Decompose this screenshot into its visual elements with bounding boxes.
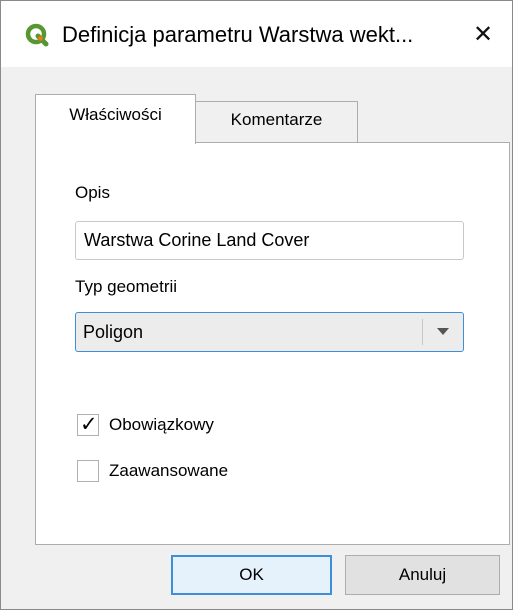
close-button[interactable]: ✕ — [454, 1, 512, 67]
advanced-checkbox[interactable] — [77, 460, 99, 482]
mandatory-checkbox[interactable]: ✓ — [77, 413, 99, 436]
cancel-button-label: Anuluj — [398, 565, 447, 584]
checkmark-icon: ✓ — [80, 413, 98, 436]
tab-comments-label: Komentarze — [230, 110, 323, 129]
geometry-type-label: Typ geometrii — [75, 277, 178, 296]
ok-button[interactable]: OK — [171, 555, 332, 595]
mandatory-label[interactable]: Obowiązkowy — [109, 415, 214, 435]
tab-properties-label: Właściwości — [69, 105, 162, 124]
description-input[interactable]: Warstwa Corine Land Cover — [75, 221, 464, 260]
ok-button-label: OK — [239, 565, 264, 584]
combo-separator — [422, 319, 423, 345]
geometry-type-value: Poligon — [83, 322, 144, 342]
geometry-type-select[interactable]: Poligon — [75, 312, 464, 352]
qgis-logo-icon — [25, 23, 49, 47]
cancel-button[interactable]: Anuluj — [345, 555, 500, 595]
dialog-window: Definicja parametru Warstwa wekt... ✕ Wł… — [0, 0, 513, 610]
title-bar: Definicja parametru Warstwa wekt... ✕ — [1, 1, 512, 67]
description-label: Opis — [75, 183, 110, 202]
window-title: Definicja parametru Warstwa wekt... — [62, 22, 414, 47]
chevron-down-icon[interactable] — [437, 328, 449, 335]
description-value: Warstwa Corine Land Cover — [84, 230, 310, 250]
tab-properties[interactable]: Właściwości — [35, 94, 196, 144]
tab-comments[interactable]: Komentarze — [195, 101, 358, 143]
close-icon: ✕ — [472, 20, 494, 48]
advanced-label[interactable]: Zaawansowane — [109, 461, 228, 481]
